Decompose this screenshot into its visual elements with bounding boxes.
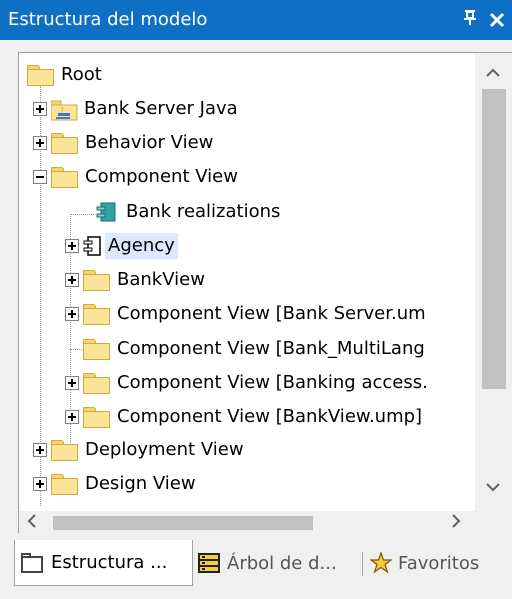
tab-label: Favoritos: [398, 552, 480, 574]
expand-icon[interactable]: [33, 136, 47, 150]
folder-icon: [83, 269, 110, 291]
horizontal-scroll-thumb[interactable]: [53, 516, 313, 530]
tree-node-label: Component View [BankView.ump]: [117, 406, 423, 427]
tree-guide-line: [70, 214, 94, 215]
tree-node-label: Bank Server Java: [84, 98, 238, 119]
tree-node-component-view-bankview-ump[interactable]: Component View [BankView.ump]: [65, 401, 425, 433]
folder-icon: [83, 406, 110, 428]
tree-node-label: Component View [Bank Server.um: [117, 303, 426, 324]
tree-node-behavior-view[interactable]: Behavior View: [33, 127, 216, 159]
model-tree: Root Bank Server Java Behavior View Comp…: [19, 53, 475, 511]
tree-node-design-view[interactable]: Design View: [33, 468, 199, 500]
folder-icon: [51, 166, 78, 188]
tree-node-deployment-view[interactable]: Deployment View: [33, 434, 247, 466]
window-title: Estructura del modelo: [8, 9, 208, 30]
folder-icon: [83, 372, 110, 394]
tree-node-component-view-bank-server[interactable]: Component View [Bank Server.um: [65, 298, 429, 330]
scroll-right-icon[interactable]: [451, 511, 461, 536]
folder-icon: [21, 552, 45, 573]
tree-node-component-view-bank-multilang[interactable]: Component View [Bank_MultiLang: [83, 333, 428, 365]
vertical-scrollbar[interactable]: [475, 53, 512, 511]
tree-node-component-view-banking-access[interactable]: Component View [Banking access.: [65, 367, 431, 399]
tab-estructura[interactable]: Estructura ...: [14, 540, 193, 586]
folder-icon: [83, 338, 110, 360]
expand-icon[interactable]: [33, 477, 47, 491]
folder-icon: [27, 64, 54, 86]
tab-separator: [362, 552, 363, 576]
expand-icon[interactable]: [65, 410, 79, 424]
expand-icon[interactable]: [65, 273, 79, 287]
tree-node-label: Bank realizations: [126, 201, 281, 222]
scroll-left-icon[interactable]: [27, 511, 37, 536]
tree-node-label: Root: [61, 64, 102, 85]
expand-icon[interactable]: [33, 102, 47, 116]
scrollbar-corner: [475, 511, 512, 533]
close-icon[interactable]: [488, 5, 506, 30]
expand-icon[interactable]: [65, 376, 79, 390]
tree-node-component-view[interactable]: Component View: [33, 161, 241, 193]
tree-node-bank-realizations[interactable]: Bank realizations: [95, 196, 283, 228]
component-diagram-icon: [95, 201, 119, 223]
vertical-scroll-thumb[interactable]: [482, 89, 506, 389]
tree-node-agency[interactable]: Agency: [65, 230, 178, 262]
collapse-icon[interactable]: [33, 170, 47, 184]
star-icon: [369, 551, 393, 574]
component-icon: [83, 235, 103, 257]
scroll-up-icon[interactable]: [486, 63, 500, 82]
tree-node-label: Component View [Banking access.: [117, 372, 428, 393]
tab-arbol[interactable]: Árbol de d...: [197, 540, 357, 586]
horizontal-scrollbar[interactable]: [19, 511, 475, 533]
tree-node-label: Design View: [85, 473, 196, 494]
window-titlebar: Estructura del modelo: [0, 0, 512, 40]
folder-icon: [51, 132, 78, 154]
expand-icon[interactable]: [33, 443, 47, 457]
pin-icon[interactable]: [463, 9, 477, 29]
tree-node-label: Behavior View: [85, 132, 214, 153]
model-tree-window: Estructura del modelo Root Bank Server J…: [0, 0, 512, 599]
expand-icon[interactable]: [65, 239, 79, 253]
folder-icon: [51, 473, 78, 495]
tree-panel: Root Bank Server Java Behavior View Comp…: [18, 52, 512, 533]
java-package-icon: [50, 97, 79, 121]
scroll-down-icon[interactable]: [486, 477, 500, 496]
expand-icon[interactable]: [65, 307, 79, 321]
tree-node-bankview[interactable]: BankView: [65, 264, 208, 296]
folder-icon: [83, 303, 110, 325]
folder-icon: [51, 439, 78, 461]
tree-node-label: Agency: [105, 233, 178, 259]
tree-node-label: Component View: [85, 166, 238, 187]
tree-node-label: Component View [Bank_MultiLang: [117, 338, 425, 359]
diagram-tree-icon: [197, 552, 223, 574]
tree-node-label: BankView: [117, 269, 205, 290]
tree-node-root[interactable]: Root: [27, 59, 105, 91]
tab-label: Estructura ...: [51, 552, 168, 573]
tree-node-bank-server-java[interactable]: Bank Server Java: [33, 93, 241, 125]
tab-label: Árbol de d...: [227, 552, 337, 574]
tree-node-label: Deployment View: [85, 439, 244, 460]
bottom-tab-bar: Estructura ... Árbol de d... Favoritos: [0, 540, 512, 599]
tab-favoritos[interactable]: Favoritos: [369, 540, 510, 586]
